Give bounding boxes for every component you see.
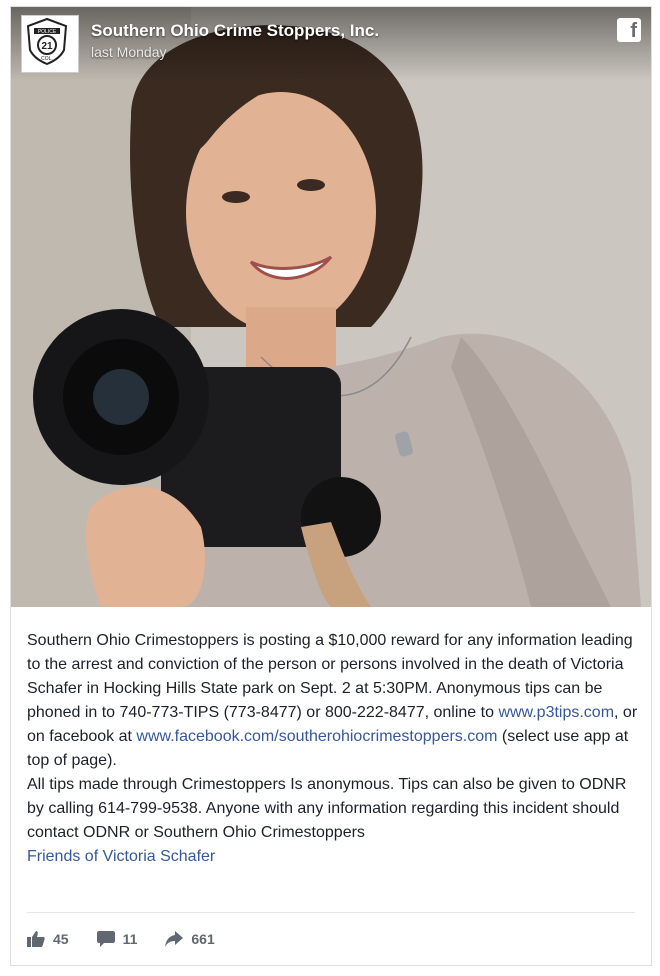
thumbs-up-icon [27, 931, 45, 947]
badge-top-text: POLICE [38, 29, 57, 35]
comment-count: 11 [122, 931, 138, 947]
like-count: 45 [53, 931, 69, 947]
facebook-icon[interactable]: f [617, 18, 641, 42]
badge-bottom-text: COL. [41, 56, 53, 62]
photo-illustration [11, 7, 651, 607]
share-icon [165, 931, 184, 947]
page-name[interactable]: Southern Ohio Crime Stoppers, Inc. [91, 21, 379, 41]
like-button[interactable]: 45 [27, 931, 69, 947]
comment-icon [96, 931, 115, 947]
comment-button[interactable]: 11 [96, 931, 138, 947]
post-actions: 45 11 661 [27, 925, 215, 953]
tagged-page-link[interactable]: Friends of Victoria Schafer [27, 848, 215, 865]
message-paragraph-1: Southern Ohio Crimestoppers is posting a… [27, 629, 643, 773]
police-badge-icon: 21 POLICE COL. [26, 17, 68, 66]
p3tips-link[interactable]: www.p3tips.com [498, 704, 614, 721]
message-paragraph-2: All tips made through Crimestoppers Is a… [27, 776, 627, 841]
share-button[interactable]: 661 [165, 931, 215, 947]
post-card: 21 POLICE COL. Southern Ohio Crime Stopp… [10, 6, 652, 966]
post-timestamp[interactable]: last Monday [91, 44, 166, 60]
badge-number: 21 [41, 41, 53, 52]
actions-divider [27, 912, 635, 913]
post-message: Southern Ohio Crimestoppers is posting a… [27, 629, 643, 869]
page-avatar[interactable]: 21 POLICE COL. [21, 15, 79, 73]
share-count: 661 [191, 931, 215, 947]
facebook-page-link[interactable]: www.facebook.com/southerohiocrimestopper… [136, 728, 497, 745]
post-photo[interactable]: 21 POLICE COL. Southern Ohio Crime Stopp… [11, 7, 651, 607]
